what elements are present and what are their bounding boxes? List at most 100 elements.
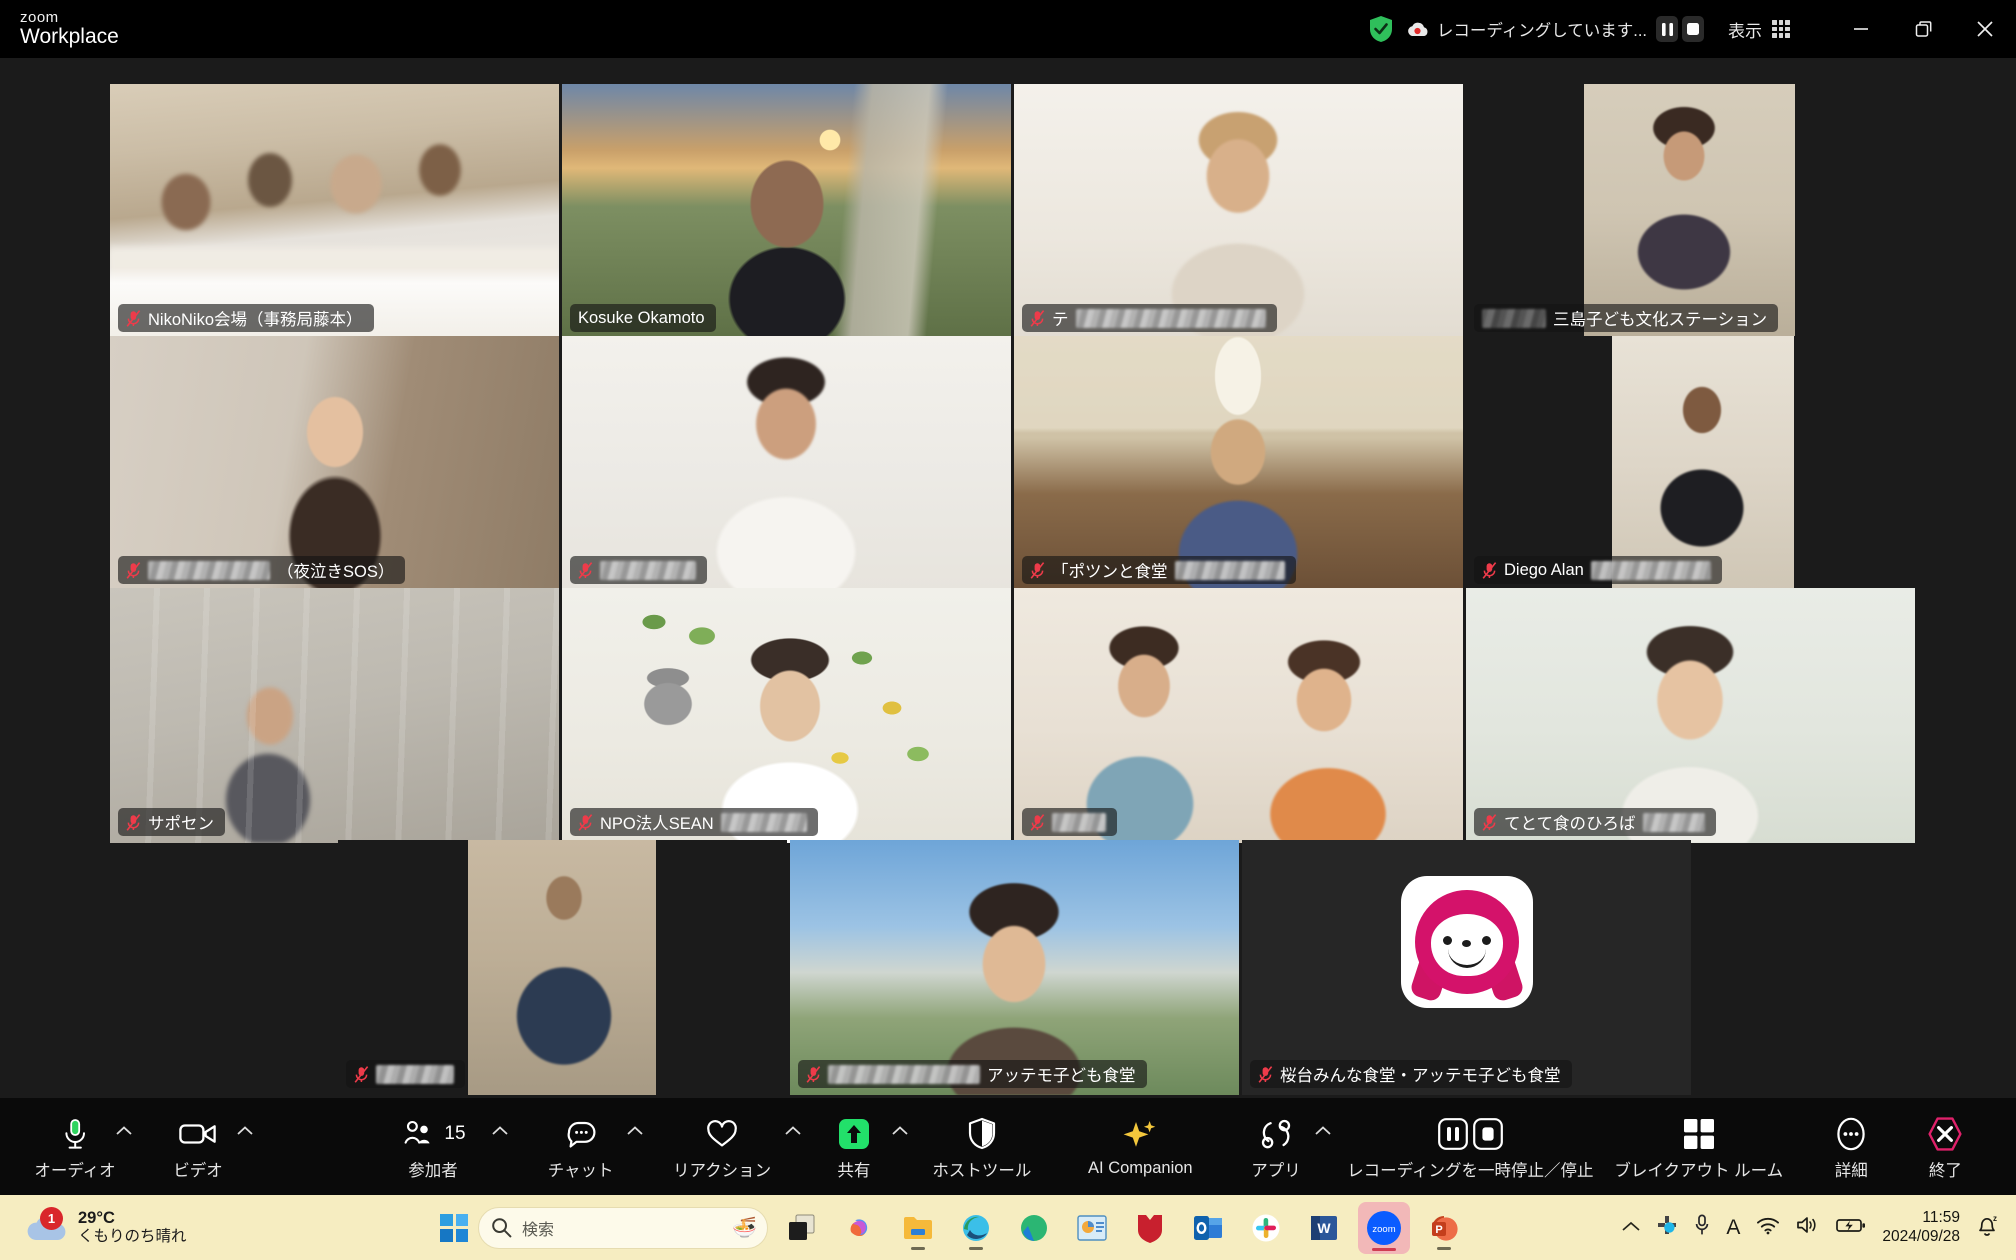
- redacted-name-blur: [1642, 812, 1705, 832]
- participant-tile[interactable]: サポセン: [110, 588, 559, 843]
- participant-name: テ: [1052, 311, 1069, 329]
- participant-tile[interactable]: Diego Alan: [1466, 336, 1915, 591]
- participant-tile[interactable]: 「ポツンと食堂: [1014, 336, 1463, 591]
- participant-tile[interactable]: [338, 840, 787, 1095]
- apps-button[interactable]: アプリ: [1240, 1098, 1312, 1195]
- video-button[interactable]: ビデオ: [161, 1098, 235, 1195]
- microphone-muted-icon: [1482, 813, 1497, 831]
- powerpoint-icon[interactable]: P: [1420, 1204, 1468, 1252]
- participant-tile[interactable]: NikoNiko会場（事務局藤本）: [110, 84, 559, 339]
- close-button[interactable]: [1954, 0, 2016, 58]
- slack-tray-icon[interactable]: [1656, 1214, 1678, 1241]
- participant-tile[interactable]: Kosuke Okamoto: [562, 84, 1011, 339]
- participant-name-badge: 三島子ども文化ステーション: [1474, 304, 1779, 332]
- audio-options-chevron-icon[interactable]: [114, 1098, 135, 1195]
- windows-start-icon[interactable]: [440, 1213, 468, 1242]
- edge-icon[interactable]: [952, 1204, 1000, 1252]
- participant-tile[interactable]: （夜泣きSOS）: [110, 336, 559, 591]
- copilot-icon[interactable]: [836, 1204, 884, 1252]
- chat-button[interactable]: チャット: [537, 1098, 624, 1195]
- shield-check-icon[interactable]: [1368, 15, 1394, 43]
- sparkle-icon: [1122, 1115, 1158, 1157]
- brand-workplace-text: Workplace: [20, 25, 119, 49]
- participant-name: NikoNiko会場（事務局藤本）: [148, 311, 363, 329]
- weather-widget[interactable]: 1 29°C くもりのち晴れ: [24, 1207, 187, 1246]
- share-options-chevron-icon[interactable]: [890, 1098, 911, 1195]
- notification-badge: 1: [40, 1207, 63, 1231]
- battery-charging-icon[interactable]: [1836, 1217, 1866, 1239]
- volume-icon[interactable]: [1796, 1215, 1820, 1240]
- recording-status[interactable]: レコーディングしています...: [1406, 16, 1704, 42]
- microphone-tray-icon[interactable]: [1694, 1214, 1710, 1241]
- video-options-chevron-icon[interactable]: [235, 1098, 256, 1195]
- store-icon[interactable]: [1010, 1204, 1058, 1252]
- recording-control-button[interactable]: レコーディングを一時停止／停止: [1343, 1098, 1598, 1195]
- participant-name: 三島子ども文化ステーション: [1553, 311, 1768, 329]
- breakout-rooms-button[interactable]: ブレイクアウト ルーム: [1604, 1098, 1794, 1195]
- audio-button[interactable]: オーディオ: [34, 1098, 116, 1195]
- zoom-icon[interactable]: zoom: [1358, 1201, 1410, 1254]
- clock[interactable]: 11:59 2024/09/28: [1882, 1209, 1960, 1246]
- participant-name-badge: [346, 1060, 465, 1088]
- running-indicator: [1437, 1246, 1451, 1250]
- microphone-icon: [61, 1113, 89, 1155]
- ai-companion-button[interactable]: AI Companion: [1055, 1098, 1226, 1195]
- participant-name: Diego Alan: [1504, 560, 1584, 579]
- system-tray: A 11:59 2024/09/28 z: [1622, 1209, 2016, 1246]
- participant-name: アッテモ子ども食堂: [987, 1067, 1136, 1085]
- participant-name-badge: （夜泣きSOS）: [118, 556, 406, 584]
- participant-tile[interactable]: 三島子ども文化ステーション: [1466, 84, 1915, 339]
- host-tools-label: ホストツール: [932, 1161, 1032, 1180]
- cloud-recording-icon: [1406, 21, 1428, 37]
- pause-recording-button[interactable]: [1656, 16, 1678, 42]
- breakout-rooms-label: ブレイクアウト ルーム: [1614, 1161, 1784, 1180]
- participant-name: てとて食のひろば: [1504, 815, 1636, 833]
- participant-name: 桜台みんな食堂・アッテモ子ども食堂: [1280, 1067, 1561, 1085]
- title-bar: zoom Workplace レコーディングしています... 表示: [0, 0, 2016, 58]
- file-explorer-icon[interactable]: [894, 1204, 942, 1252]
- participant-name-badge: 「ポツンと食堂: [1022, 556, 1296, 584]
- mcafee-icon[interactable]: [1126, 1204, 1174, 1252]
- microphone-muted-icon: [1030, 561, 1045, 579]
- chat-options-chevron-icon[interactable]: [624, 1098, 645, 1195]
- camera-icon: [179, 1113, 217, 1155]
- recording-controls: [1437, 1113, 1503, 1155]
- participant-tile[interactable]: [1014, 588, 1463, 843]
- participants-button[interactable]: 15 参加者: [376, 1098, 490, 1195]
- participant-name-badge: 桜台みんな食堂・アッテモ子ども食堂: [1250, 1060, 1572, 1088]
- stop-recording-button[interactable]: [1682, 16, 1704, 42]
- participant-tile[interactable]: NPO法人SEAN: [562, 588, 1011, 843]
- participant-tile[interactable]: テ: [1014, 84, 1463, 339]
- participant-tile[interactable]: [562, 336, 1011, 591]
- host-tools-button[interactable]: ホストツール: [923, 1098, 1041, 1195]
- restore-window-button[interactable]: [1892, 0, 1954, 58]
- participant-tile[interactable]: アッテモ子ども食堂: [790, 840, 1239, 1095]
- notifications-off-icon[interactable]: z: [1976, 1213, 1998, 1242]
- more-button[interactable]: 詳細: [1802, 1098, 1901, 1195]
- ime-alphanumeric-icon[interactable]: A: [1726, 1216, 1740, 1240]
- outlook-icon[interactable]: [1184, 1204, 1232, 1252]
- ramen-bowl-icon[interactable]: 🍜: [732, 1215, 757, 1240]
- redacted-name-blur: [828, 1064, 980, 1084]
- participants-count: 15: [444, 1122, 466, 1144]
- minimize-button[interactable]: [1830, 0, 1892, 58]
- wifi-icon[interactable]: [1756, 1216, 1780, 1240]
- participant-name-badge: [1022, 808, 1117, 836]
- view-layout-button[interactable]: 表示: [1728, 17, 1790, 42]
- show-hidden-icons-icon[interactable]: [1622, 1219, 1640, 1237]
- task-view-icon[interactable]: [778, 1204, 826, 1252]
- powerpoint-viewer-icon[interactable]: [1068, 1204, 1116, 1252]
- slack-icon[interactable]: [1242, 1204, 1290, 1252]
- participants-options-chevron-icon[interactable]: [490, 1098, 511, 1195]
- participant-tile[interactable]: 桜台みんな食堂・アッテモ子ども食堂: [1242, 840, 1691, 1095]
- participant-tile[interactable]: てとて食のひろば: [1466, 588, 1915, 843]
- recording-control-label: レコーディングを一時停止／停止: [1347, 1161, 1594, 1180]
- reactions-options-chevron-icon[interactable]: [783, 1098, 804, 1195]
- end-meeting-button[interactable]: 終了: [1901, 1098, 1990, 1195]
- share-screen-button[interactable]: 共有: [818, 1098, 890, 1195]
- apps-options-chevron-icon[interactable]: [1312, 1098, 1333, 1195]
- search-input[interactable]: 検索 🍜: [478, 1206, 768, 1249]
- redacted-name-blur: [1052, 812, 1106, 832]
- word-icon[interactable]: W: [1300, 1204, 1348, 1252]
- reactions-button[interactable]: リアクション: [661, 1098, 783, 1195]
